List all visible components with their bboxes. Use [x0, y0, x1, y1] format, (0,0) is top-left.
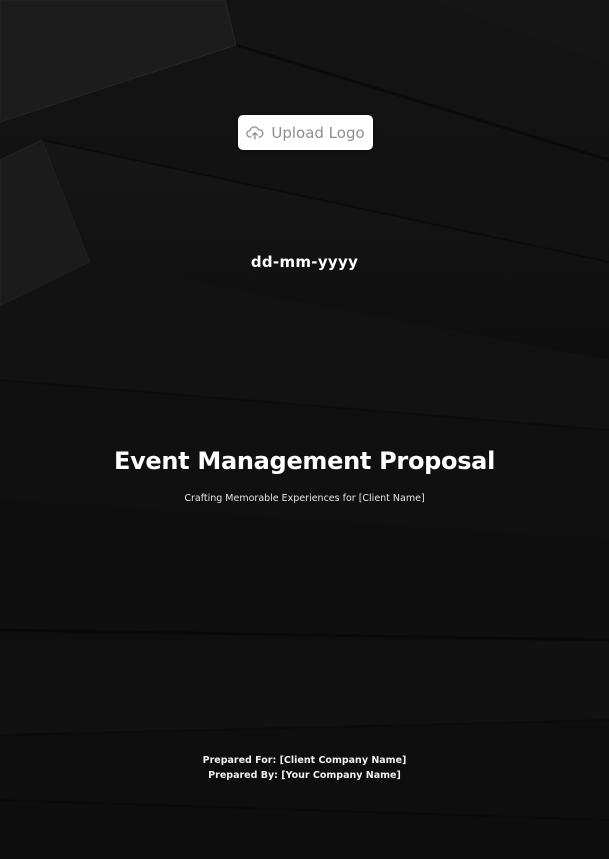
cloud-upload-icon [246, 125, 264, 140]
proposal-title[interactable]: Event Management Proposal [0, 447, 609, 475]
upload-logo-button[interactable]: Upload Logo [238, 115, 373, 150]
proposal-cover-page: Upload Logo dd-mm-yyyy Event Management … [0, 0, 609, 859]
prepared-by-line[interactable]: Prepared By: [Your Company Name] [0, 770, 609, 781]
prepared-for-line[interactable]: Prepared For: [Client Company Name] [0, 755, 609, 766]
upload-logo-label: Upload Logo [271, 123, 365, 142]
proposal-date[interactable]: dd-mm-yyyy [0, 253, 609, 271]
proposal-subtitle[interactable]: Crafting Memorable Experiences for [Clie… [0, 493, 609, 504]
